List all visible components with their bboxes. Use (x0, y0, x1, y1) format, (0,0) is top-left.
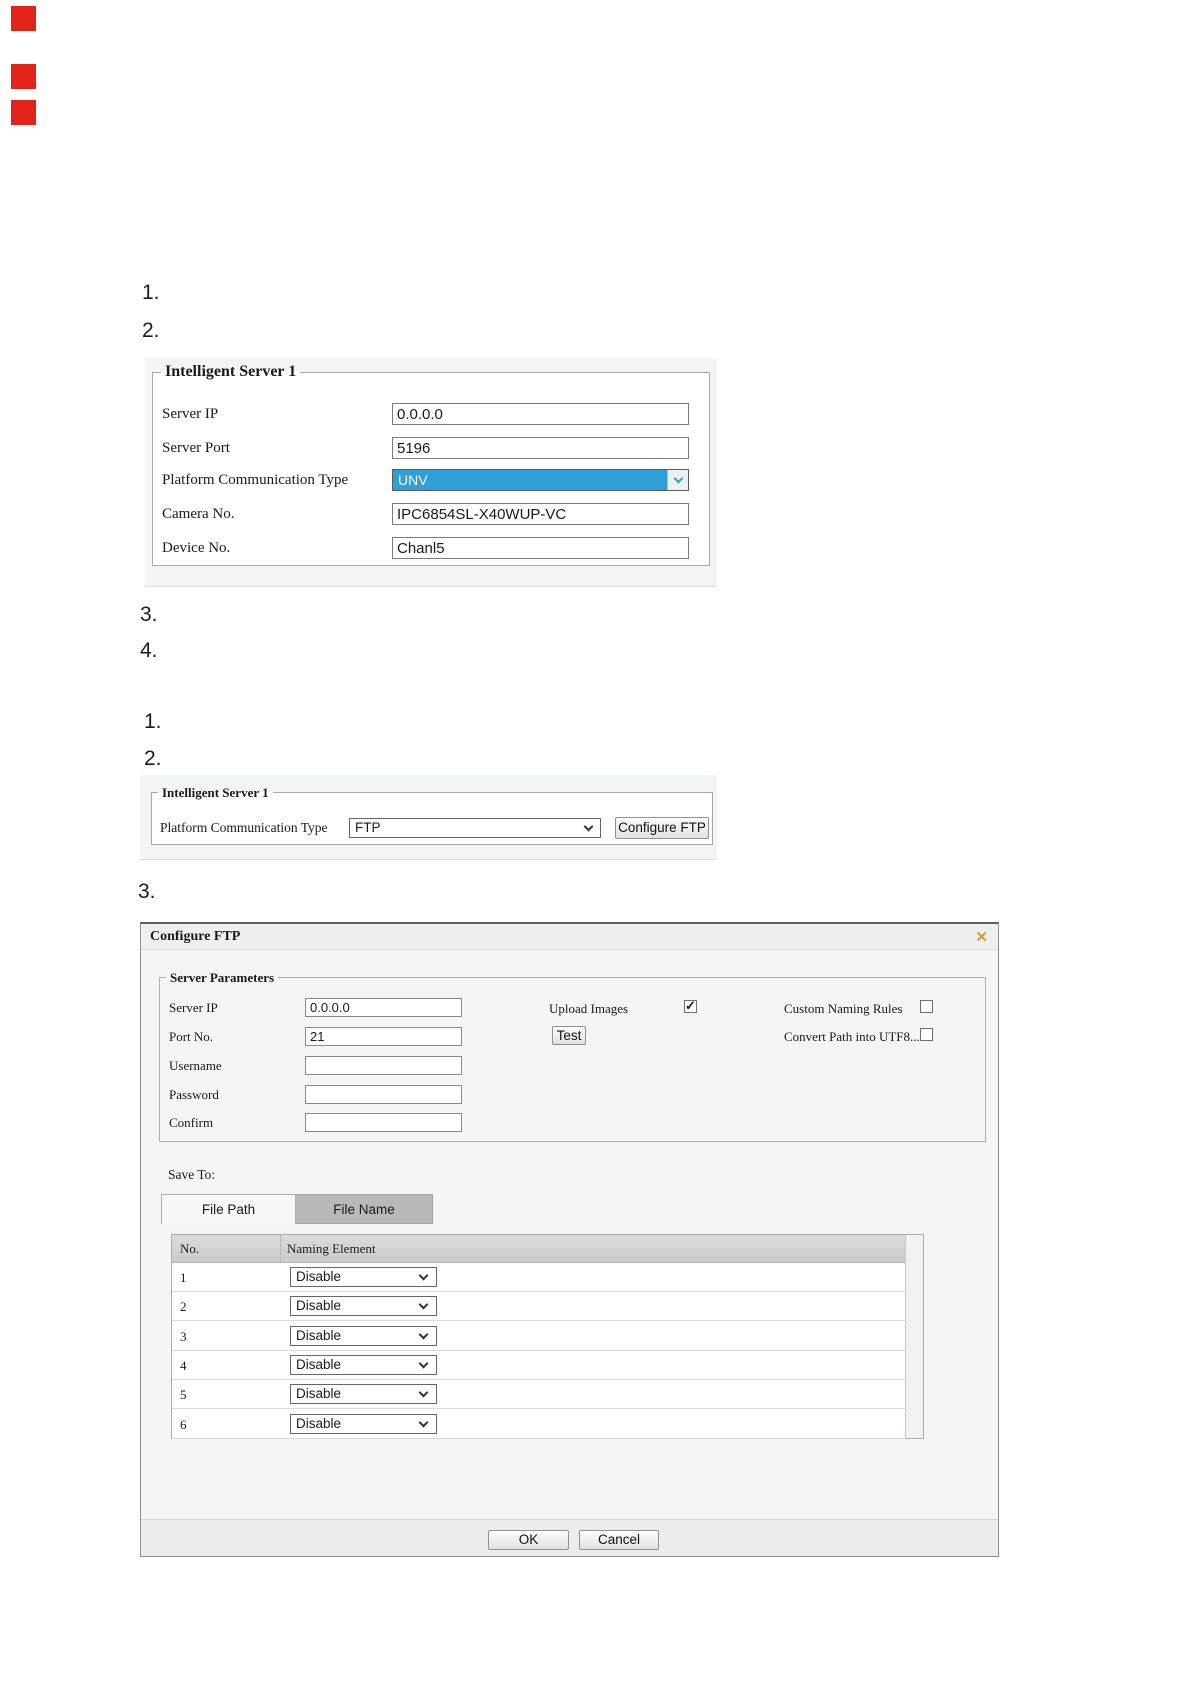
select-value: FTP (355, 820, 381, 835)
chevron-down-icon (419, 1388, 429, 1398)
test-button[interactable]: Test (552, 1026, 586, 1045)
step-number: 1. (142, 281, 160, 305)
platform-communication-type-label: Platform Communication Type (160, 820, 328, 836)
field-label: Confirm (169, 1115, 213, 1131)
step-number: 2. (144, 747, 162, 771)
groupbox-legend: Intelligent Server 1 (161, 363, 300, 381)
field-label: Username (169, 1058, 222, 1074)
field-label: Server IP (169, 1000, 218, 1016)
port-no--input[interactable]: 21 (305, 1027, 462, 1046)
field-label: Platform Communication Type (162, 472, 348, 489)
row-number: 3 (180, 1329, 187, 1345)
field-label: Password (169, 1087, 219, 1103)
column-divider (280, 1235, 281, 1262)
cancel-button[interactable]: Cancel (579, 1530, 659, 1550)
configure-ftp-button[interactable]: Configure FTP (615, 817, 709, 839)
platform-communication-type-select[interactable]: FTP (349, 818, 601, 838)
row-number: 1 (180, 1270, 187, 1286)
dialog-title: Configure FTP (150, 929, 240, 945)
close-icon[interactable]: ✕ (975, 928, 988, 946)
naming-element-select[interactable]: Disable (290, 1267, 437, 1287)
tab-file-path[interactable]: File Path (161, 1194, 296, 1224)
select-value: Disable (296, 1386, 341, 1401)
table-scrollbar[interactable] (905, 1235, 923, 1438)
table-row: 6 Disable (172, 1410, 906, 1439)
table-header: No. Naming Element (172, 1235, 923, 1263)
dialog-titlebar: Configure FTP ✕ (141, 924, 998, 950)
field-label: Server Port (162, 440, 230, 457)
groupbox-legend: Intelligent Server 1 (158, 785, 273, 801)
field-label: Device No. (162, 540, 230, 557)
select-value: Disable (296, 1298, 341, 1313)
naming-element-select[interactable]: Disable (290, 1414, 437, 1434)
row-number: 5 (180, 1387, 187, 1403)
chevron-down-icon (584, 822, 594, 832)
text-input[interactable]: 5196 (392, 437, 689, 459)
tab-file-name[interactable]: File Name (296, 1194, 433, 1224)
select-value: Disable (296, 1328, 341, 1343)
row-number: 6 (180, 1417, 187, 1433)
select-arrow-button[interactable] (667, 470, 688, 490)
text-input[interactable]: 0.0.0.0 (392, 403, 689, 425)
chevron-down-icon (419, 1271, 429, 1281)
upload-images-checkbox[interactable] (684, 1000, 697, 1013)
naming-element-select[interactable]: Disable (290, 1326, 437, 1346)
chevron-down-icon (674, 474, 684, 484)
intelligent-server-screenshot-2: Intelligent Server 1 Platform Communicat… (140, 775, 717, 860)
table-row: 5 Disable (172, 1380, 906, 1409)
redaction-mark (11, 100, 36, 125)
convert-path-utf8-label: Convert Path into UTF8... (784, 1029, 920, 1045)
platform-communication-type-select[interactable]: UNV (392, 469, 689, 491)
server-ip-input[interactable]: 0.0.0.0 (305, 998, 462, 1017)
step-number: 1. (144, 710, 162, 734)
table-row: 3 Disable (172, 1322, 906, 1351)
configure-ftp-dialog: Configure FTP ✕ Server Parameters Server… (140, 922, 999, 1557)
custom-naming-rules-label: Custom Naming Rules (784, 1001, 902, 1017)
groupbox-legend: Server Parameters (166, 970, 278, 986)
field-label: Camera No. (162, 506, 234, 523)
select-value: Disable (296, 1357, 341, 1372)
select-value: Disable (296, 1416, 341, 1431)
confirm-input[interactable] (305, 1113, 462, 1132)
naming-element-select[interactable]: Disable (290, 1296, 437, 1316)
upload-images-label: Upload Images (549, 1001, 628, 1017)
table-row: 1 Disable (172, 1263, 906, 1292)
table-row: 4 Disable (172, 1351, 906, 1380)
table-row: 2 Disable (172, 1292, 906, 1321)
text-input[interactable]: Chanl5 (392, 537, 689, 559)
field-label: Port No. (169, 1029, 213, 1045)
intelligent-server-groupbox: Intelligent Server 1 Server IP0.0.0.0Ser… (152, 372, 710, 566)
column-header-no: No. (180, 1241, 199, 1257)
intelligent-server-screenshot-1: Intelligent Server 1 Server IP 0.0.0.0 Ser… (145, 358, 717, 587)
chevron-down-icon (419, 1329, 429, 1339)
password-input[interactable] (305, 1085, 462, 1104)
naming-element-table: No. Naming Element 1 Disable 2 Disable 3 Disa… (171, 1234, 924, 1439)
convert-path-utf8-checkbox[interactable] (920, 1028, 933, 1041)
text-input[interactable]: IPC6854SL-X40WUP-VC (392, 503, 689, 525)
select-value: Disable (296, 1269, 341, 1284)
redaction-mark (11, 6, 36, 31)
step-number: 4. (140, 639, 158, 663)
step-number: 3. (140, 603, 158, 627)
chevron-down-icon (419, 1417, 429, 1427)
intelligent-server-groupbox-2: Intelligent Server 1 Platform Communicat… (151, 792, 713, 845)
chevron-down-icon (419, 1358, 429, 1368)
naming-element-select[interactable]: Disable (290, 1355, 437, 1375)
row-number: 2 (180, 1299, 187, 1315)
select-value-highlighted: UNV (393, 470, 667, 490)
step-number: 2. (142, 319, 160, 343)
ok-button[interactable]: OK (488, 1530, 569, 1550)
save-to-label: Save To: (168, 1167, 215, 1183)
redaction-mark (11, 64, 36, 89)
dialog-footer (141, 1519, 998, 1556)
naming-element-select[interactable]: Disable (290, 1384, 437, 1404)
custom-naming-rules-checkbox[interactable] (920, 1000, 933, 1013)
server-parameters-groupbox: Server Parameters Server IP0.0.0.0Port N… (159, 977, 986, 1142)
field-label: Server IP (162, 406, 218, 423)
chevron-down-icon (419, 1300, 429, 1310)
step-number: 3. (138, 880, 156, 904)
row-number: 4 (180, 1358, 187, 1374)
username-input[interactable] (305, 1056, 462, 1075)
column-header-naming-element: Naming Element (287, 1241, 375, 1257)
